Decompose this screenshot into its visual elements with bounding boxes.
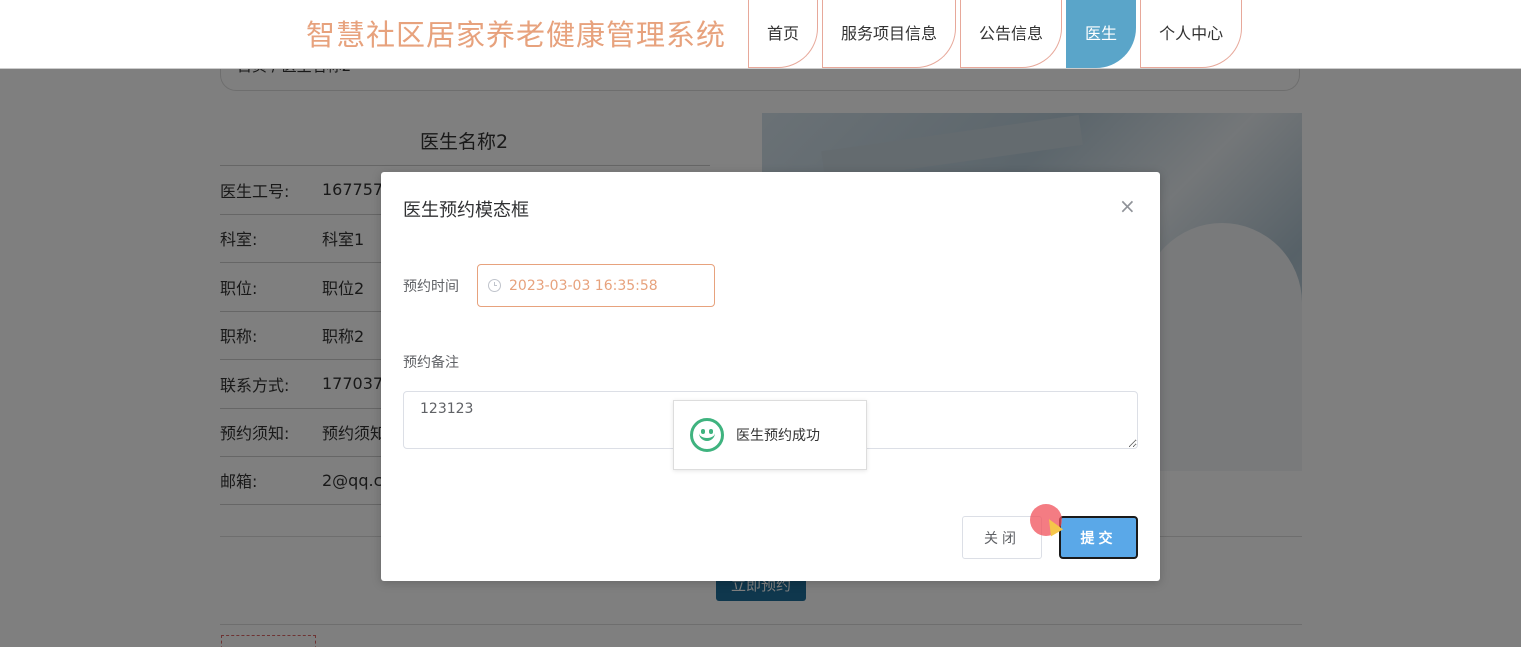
site-header: 智慧社区居家养老健康管理系统 首页 服务项目信息 公告信息 医生 个人中心 (0, 0, 1521, 69)
submit-button[interactable]: 提交 (1059, 516, 1138, 559)
nav-announcements[interactable]: 公告信息 (960, 0, 1063, 68)
site-title: 智慧社区居家养老健康管理系统 (306, 18, 727, 52)
modal-title: 医生预约模态框 (403, 200, 529, 221)
nav-personal-center[interactable]: 个人中心 (1140, 0, 1243, 68)
nav-home[interactable]: 首页 (748, 0, 819, 68)
clock-icon (488, 279, 501, 292)
appointment-time-picker[interactable] (477, 264, 715, 307)
close-icon[interactable]: × (1119, 194, 1136, 218)
appointment-time-input[interactable] (509, 277, 699, 294)
appointment-remark-label: 预约备注 (403, 355, 459, 371)
appointment-time-label: 预约时间 (403, 279, 459, 295)
nav-doctor[interactable]: 医生 (1066, 0, 1137, 68)
success-toast: 医生预约成功 (673, 400, 867, 470)
main-nav: 首页 服务项目信息 公告信息 医生 个人中心 (748, 0, 1246, 69)
nav-service-items[interactable]: 服务项目信息 (822, 0, 957, 68)
toast-message: 医生预约成功 (736, 428, 820, 444)
smile-icon (690, 418, 724, 452)
